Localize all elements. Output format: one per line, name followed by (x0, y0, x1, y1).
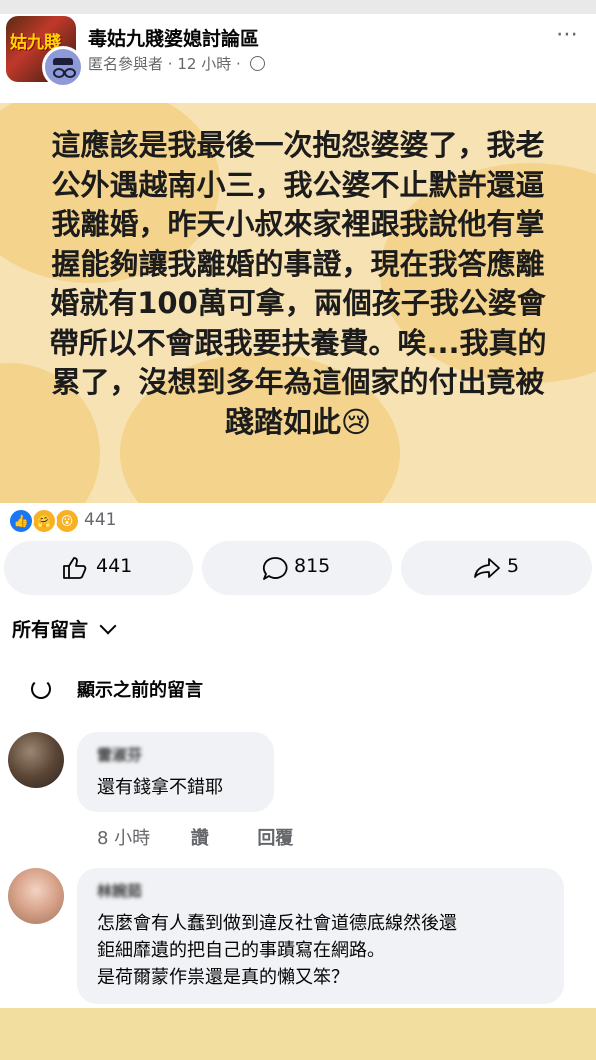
globe-icon (249, 56, 265, 71)
post-meta: 匿名參與者 · 12 小時 · (88, 53, 265, 74)
comment-like-button[interactable]: 讚 (191, 828, 209, 849)
post-time[interactable]: 12 小時 (177, 55, 231, 73)
commenter-name[interactable]: 林婉茹 (97, 880, 142, 901)
refresh-icon (31, 679, 51, 699)
next-post-preview (0, 1008, 596, 1060)
anonymous-avatar-icon[interactable] (42, 46, 84, 88)
comment-text-line: 怎麼會有人蠢到做到違反社會道德底線然後還 (97, 913, 457, 934)
like-button[interactable]: 441 (4, 541, 193, 595)
group-name[interactable]: 毒姑九賤婆媳討論區 (88, 24, 259, 51)
post-line: 踐踏如此😢 (224, 404, 372, 439)
view-previous-comments[interactable]: 顯示之前的留言 (31, 676, 203, 702)
more-options-icon[interactable]: ⋯ (556, 22, 579, 47)
status-strip (0, 0, 596, 14)
post-line: 握能夠讓我離婚的事證，現在我答應離 (51, 246, 545, 281)
reaction-count[interactable]: 441 (84, 510, 116, 530)
wow-icon: 😮 (54, 508, 80, 534)
comment-text: 還有錢拿不錯耶 (97, 777, 223, 798)
post-line: 婚就有100萬可拿，兩個孩子我公婆會 (50, 286, 546, 320)
post-line: 這應該是我最後一次抱怨婆婆了，我老 (51, 128, 545, 162)
post-line: 公外遇越南小三，我公婆不止默許還逼 (51, 167, 545, 202)
chevron-down-icon (99, 617, 117, 635)
commenter-name[interactable]: 雷淑芬 (97, 744, 142, 765)
comment-text-line: 是荷爾蒙作祟還是真的懶又笨？ (97, 967, 349, 988)
comment-text-line: 鉅細靡遺的把自己的事蹟寫在網路。 (97, 940, 385, 961)
post-line: 我離婚，昨天小叔來家裡跟我說他有掌 (51, 207, 545, 241)
comment-bubble: 林婉茹 怎麼會有人蠢到做到違反社會道德底線然後還 鉅細靡遺的把自己的事蹟寫在網路… (77, 868, 564, 1004)
comment-bubble: 雷淑芬 還有錢拿不錯耶 (77, 732, 274, 812)
comment-time[interactable]: 8 小時 (97, 828, 150, 849)
author-name[interactable]: 匿名參與者 (88, 55, 163, 73)
comment-button[interactable]: 815 (202, 541, 392, 595)
share-button[interactable]: 5 (401, 541, 592, 595)
commenter-avatar[interactable] (8, 732, 64, 788)
share-count: 5 (507, 555, 520, 577)
post-line: 累了，沒想到多年為這個家的付出竟被 (51, 365, 545, 399)
comment-sort-label: 所有留言 (12, 619, 89, 641)
care-icon: 🤗 (31, 508, 57, 534)
comment-actions: 8 小時 讚 回覆 (97, 824, 293, 850)
comment-count: 815 (294, 555, 331, 577)
share-arrow-icon (474, 558, 500, 578)
comment-reply-button[interactable]: 回覆 (257, 828, 293, 849)
thumbs-up-icon (63, 557, 87, 579)
commenter-avatar[interactable] (8, 868, 64, 924)
like-count: 441 (96, 555, 133, 577)
like-icon: 👍 (8, 508, 34, 534)
comment-sort-dropdown[interactable]: 所有留言 (12, 615, 117, 642)
post-line: 帶所以不會跟我要扶養費。唉...我真的 (49, 325, 547, 360)
view-previous-label: 顯示之前的留言 (77, 680, 203, 701)
comment-bubble-icon (262, 557, 288, 580)
post-text: 這應該是我最後一次抱怨婆婆了，我老 公外遇越南小三，我公婆不止默許還逼 我離婚，… (8, 126, 588, 442)
